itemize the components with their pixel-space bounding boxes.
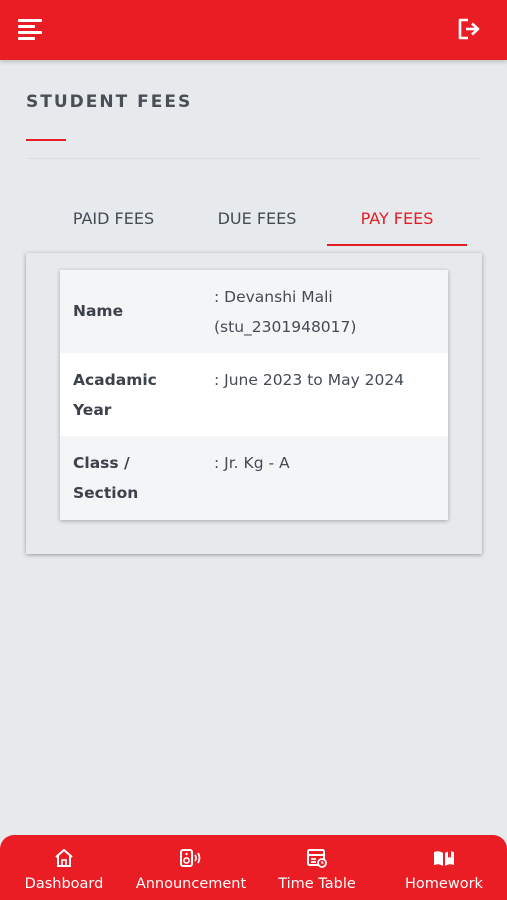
logout-icon[interactable] — [455, 15, 483, 43]
nav-time-table[interactable]: Time Table — [268, 835, 366, 900]
student-info-table: Name : Devanshi Mali (stu_2301948017) Ac… — [60, 270, 448, 520]
class-section-label: Class / Section — [73, 454, 139, 502]
nav-announcement[interactable]: Announcement — [128, 835, 254, 900]
timetable-icon — [306, 848, 328, 868]
table-row-academic-year: Acadamic Year : June 2023 to May 2024 — [60, 353, 448, 436]
fees-tabs: PAID FEES DUE FEES PAY FEES — [40, 196, 480, 248]
tab-due-fees[interactable]: DUE FEES — [187, 196, 327, 246]
nav-dashboard[interactable]: Dashboard — [12, 835, 116, 900]
nav-homework[interactable]: Homework — [396, 835, 492, 900]
academic-year-label: Acadamic Year — [73, 371, 157, 419]
hamburger-menu-icon[interactable] — [18, 17, 44, 41]
table-row-class-section: Class / Section : Jr. Kg - A — [60, 436, 448, 520]
nav-label-homework: Homework — [405, 876, 483, 892]
tab-paid-fees[interactable]: PAID FEES — [40, 196, 187, 246]
title-divider — [26, 158, 481, 159]
tab-pay-fees[interactable]: PAY FEES — [327, 196, 467, 246]
page-title: STUDENT FEES — [26, 92, 193, 112]
home-icon — [53, 848, 75, 868]
nav-label-announcement: Announcement — [135, 876, 247, 892]
nav-label-time-table: Time Table — [278, 876, 356, 892]
speaker-icon — [179, 848, 201, 868]
name-label: Name — [73, 302, 124, 320]
book-icon — [432, 848, 454, 868]
bottom-navigation: Dashboard Announcement Time Table Homewo… — [0, 835, 507, 900]
nav-label-dashboard: Dashboard — [24, 876, 104, 892]
table-row-name: Name : Devanshi Mali (stu_2301948017) — [60, 270, 448, 353]
top-app-bar — [0, 0, 507, 60]
title-underline — [26, 139, 66, 141]
academic-year-value: : June 2023 to May 2024 — [214, 371, 405, 389]
class-section-value: : Jr. Kg - A — [214, 454, 290, 472]
name-value: : Devanshi Mali (stu_2301948017) — [214, 288, 357, 336]
